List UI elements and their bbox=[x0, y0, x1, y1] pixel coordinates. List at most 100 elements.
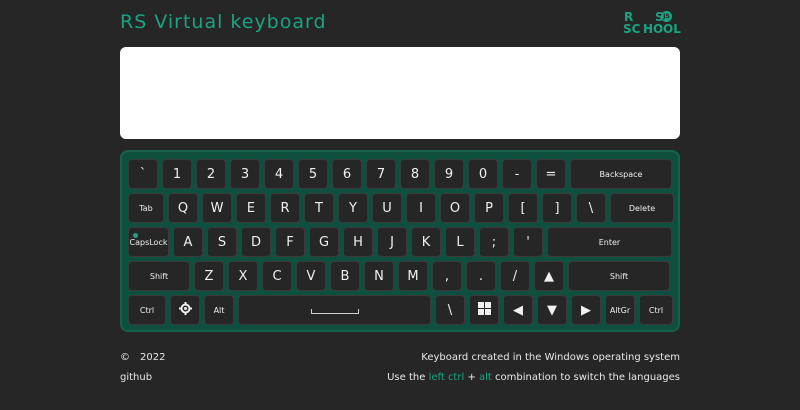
key-u[interactable]: U bbox=[372, 193, 402, 223]
key-g[interactable]: G bbox=[309, 227, 339, 257]
key-label: G bbox=[318, 234, 330, 250]
github-link[interactable]: github bbox=[120, 372, 152, 383]
key-5[interactable]: 5 bbox=[298, 159, 328, 189]
key-j[interactable]: J bbox=[377, 227, 407, 257]
key-comma[interactable]: , bbox=[432, 261, 462, 291]
key-label: . bbox=[478, 268, 484, 284]
key-backslash[interactable]: \ bbox=[576, 193, 606, 223]
key-label: Z bbox=[204, 268, 214, 284]
key-label: CapsLock bbox=[129, 237, 168, 247]
key-space[interactable] bbox=[238, 295, 431, 325]
key-q[interactable]: Q bbox=[168, 193, 198, 223]
copyright: © 2022 bbox=[120, 352, 165, 363]
key-label: ] bbox=[554, 200, 560, 216]
key-label: X bbox=[238, 268, 248, 284]
key-i[interactable]: I bbox=[406, 193, 436, 223]
key-bracket-left[interactable]: [ bbox=[508, 193, 538, 223]
key-enter[interactable]: Enter bbox=[547, 227, 672, 257]
key-slash[interactable]: / bbox=[500, 261, 530, 291]
key-label: B bbox=[340, 268, 350, 284]
hint-ctrl: left ctrl bbox=[428, 372, 465, 383]
key-w[interactable]: W bbox=[202, 193, 232, 223]
key-bracket-right[interactable]: ] bbox=[542, 193, 572, 223]
key-0[interactable]: 0 bbox=[468, 159, 498, 189]
key-label: O bbox=[449, 200, 461, 216]
key-ctrl-left[interactable]: Ctrl bbox=[128, 295, 166, 325]
key-capslock[interactable]: CapsLock bbox=[128, 227, 169, 257]
page-title: RS Virtual keyboard bbox=[120, 11, 327, 33]
key-label: ' bbox=[526, 234, 530, 250]
key-e[interactable]: E bbox=[236, 193, 266, 223]
hint-plus: + bbox=[467, 372, 476, 383]
rs-school-logo[interactable]: R S JS SC HO OL bbox=[623, 11, 683, 36]
key-label: P bbox=[485, 200, 493, 216]
logo-text-ol: OL bbox=[663, 22, 681, 36]
key-shift-left[interactable]: Shift bbox=[128, 261, 190, 291]
key-quote[interactable]: ' bbox=[513, 227, 543, 257]
key-arrow-up[interactable]: ▲ bbox=[534, 261, 564, 291]
key-backslash-2[interactable]: \ bbox=[435, 295, 465, 325]
key-4[interactable]: 4 bbox=[264, 159, 294, 189]
key-3[interactable]: 3 bbox=[230, 159, 260, 189]
key-ctrl-right[interactable]: Ctrl bbox=[639, 295, 673, 325]
key-win[interactable] bbox=[469, 295, 499, 325]
key-t[interactable]: T bbox=[304, 193, 334, 223]
key-z[interactable]: Z bbox=[194, 261, 224, 291]
key-label: Backspace bbox=[599, 169, 643, 179]
key-label: 5 bbox=[308, 166, 318, 182]
key-theme[interactable] bbox=[170, 295, 200, 325]
key-o[interactable]: O bbox=[440, 193, 470, 223]
key-label: W bbox=[210, 200, 224, 216]
key-arrow-right[interactable]: ▶ bbox=[571, 295, 601, 325]
key-2[interactable]: 2 bbox=[196, 159, 226, 189]
key-backspace[interactable]: Backspace bbox=[570, 159, 672, 189]
key-n[interactable]: N bbox=[364, 261, 394, 291]
key-label: T bbox=[315, 200, 323, 216]
key-m[interactable]: M bbox=[398, 261, 428, 291]
key-c[interactable]: C bbox=[262, 261, 292, 291]
key-k[interactable]: K bbox=[411, 227, 441, 257]
key-altgr[interactable]: AltGr bbox=[605, 295, 635, 325]
key-f[interactable]: F bbox=[275, 227, 305, 257]
key-y[interactable]: Y bbox=[338, 193, 368, 223]
key-arrow-down[interactable]: ▼ bbox=[537, 295, 567, 325]
key-backquote[interactable]: ` bbox=[128, 159, 158, 189]
key-b[interactable]: B bbox=[330, 261, 360, 291]
key-s[interactable]: S bbox=[207, 227, 237, 257]
key-r[interactable]: R bbox=[270, 193, 300, 223]
key-label: ◀ bbox=[513, 302, 523, 318]
key-l[interactable]: L bbox=[445, 227, 475, 257]
key-label: ▼ bbox=[547, 302, 557, 318]
text-output-area[interactable] bbox=[120, 47, 680, 139]
key-d[interactable]: D bbox=[241, 227, 271, 257]
space-icon bbox=[310, 308, 359, 314]
key-delete[interactable]: Delete bbox=[610, 193, 674, 223]
key-label: - bbox=[514, 166, 520, 182]
key-6[interactable]: 6 bbox=[332, 159, 362, 189]
key-x[interactable]: X bbox=[228, 261, 258, 291]
key-9[interactable]: 9 bbox=[434, 159, 464, 189]
key-label: 1 bbox=[172, 166, 182, 182]
key-label: \ bbox=[447, 302, 453, 318]
key-1[interactable]: 1 bbox=[162, 159, 192, 189]
key-arrow-left[interactable]: ◀ bbox=[503, 295, 533, 325]
key-label: Q bbox=[177, 200, 189, 216]
key-h[interactable]: H bbox=[343, 227, 373, 257]
key-v[interactable]: V bbox=[296, 261, 326, 291]
key-shift-right[interactable]: Shift bbox=[568, 261, 670, 291]
key-label: Alt bbox=[213, 305, 225, 315]
key-a[interactable]: A bbox=[173, 227, 203, 257]
key-equal[interactable]: = bbox=[536, 159, 566, 189]
key-semicolon[interactable]: ; bbox=[479, 227, 509, 257]
key-7[interactable]: 7 bbox=[366, 159, 396, 189]
logo-text-ho: HO bbox=[643, 22, 664, 36]
key-8[interactable]: 8 bbox=[400, 159, 430, 189]
key-p[interactable]: P bbox=[474, 193, 504, 223]
key-minus[interactable]: - bbox=[502, 159, 532, 189]
key-label: Delete bbox=[628, 203, 656, 213]
key-label: = bbox=[545, 166, 557, 182]
key-tab[interactable]: Tab bbox=[128, 193, 164, 223]
footer-info: Keyboard created in the Windows operatin… bbox=[421, 352, 680, 363]
key-period[interactable]: . bbox=[466, 261, 496, 291]
key-alt-left[interactable]: Alt bbox=[204, 295, 234, 325]
